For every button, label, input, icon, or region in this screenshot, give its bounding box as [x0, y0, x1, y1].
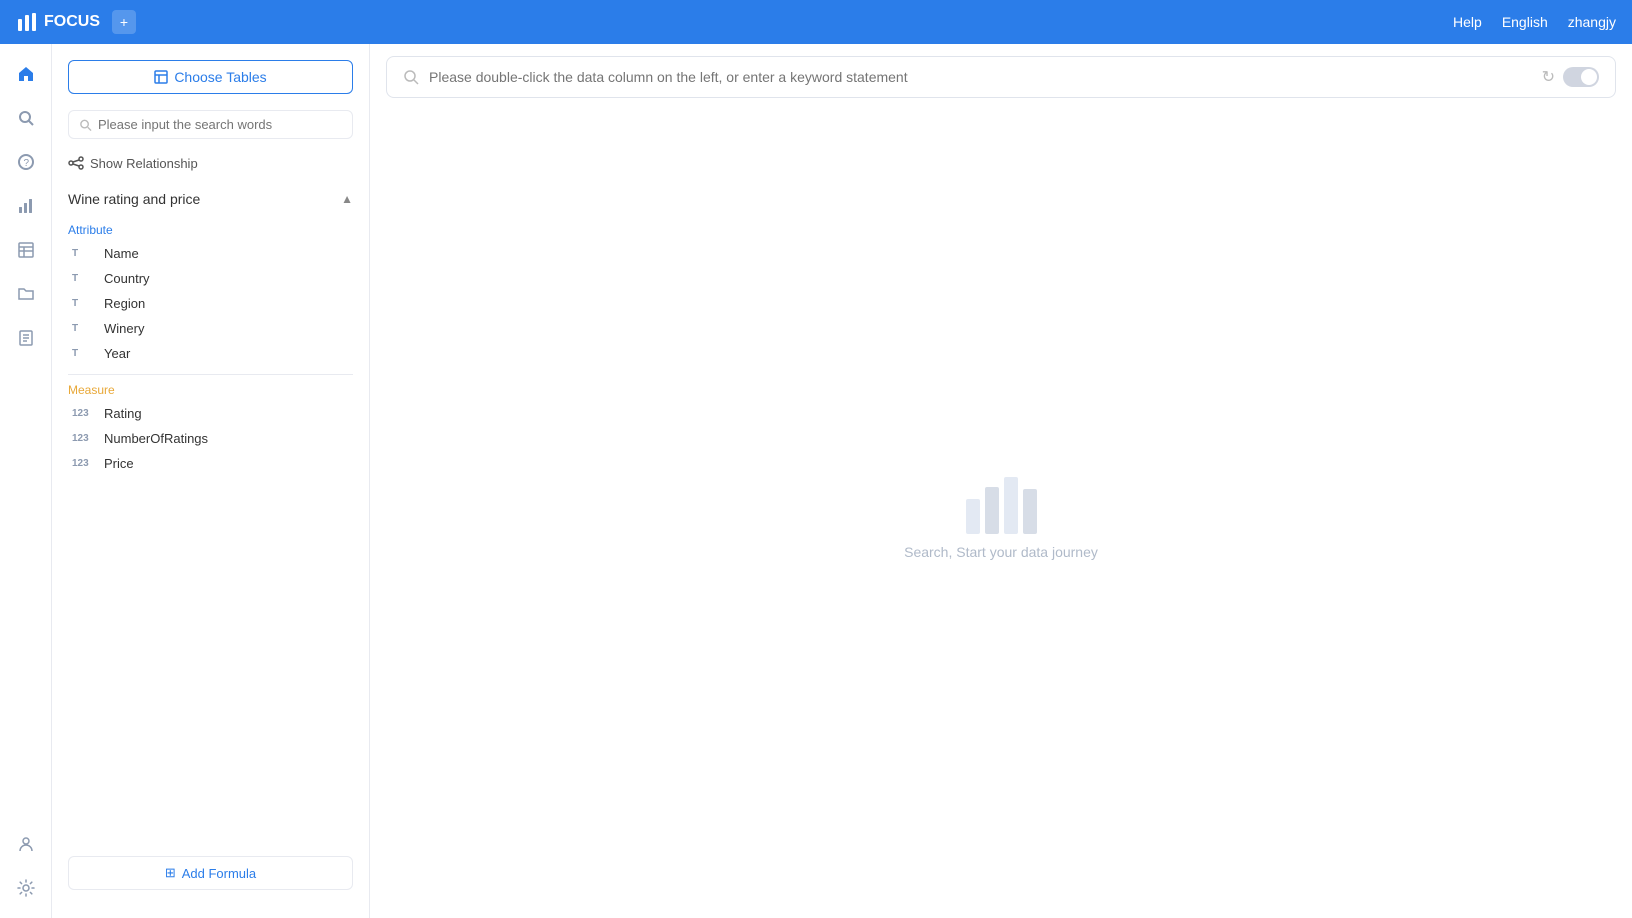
- field-search-icon: [79, 118, 92, 132]
- empty-state: Search, Start your data journey: [370, 110, 1632, 918]
- main-content: ↻ Search, Start your data journey: [370, 44, 1632, 918]
- field-name: NumberOfRatings: [104, 431, 208, 446]
- svg-text:?: ?: [23, 158, 29, 169]
- choose-tables-label: Choose Tables: [174, 69, 266, 85]
- empty-chart-icon: [961, 469, 1041, 544]
- user-menu[interactable]: zhangjy: [1568, 14, 1616, 30]
- field-type-icon: 123: [72, 408, 96, 419]
- add-formula-icon: ⊞: [165, 865, 176, 881]
- logo-text: FOCUS: [44, 13, 100, 31]
- field-type-icon: T: [72, 273, 96, 284]
- top-navigation: FOCUS + Help English zhangjy: [0, 0, 1632, 44]
- field-type-icon: 123: [72, 433, 96, 444]
- sidebar-item-help[interactable]: ?: [8, 144, 44, 180]
- field-name: Winery: [104, 321, 144, 336]
- table-section: Wine rating and price ▲ Attribute TNameT…: [52, 183, 369, 844]
- field-name: Year: [104, 346, 130, 361]
- icon-sidebar: ?: [0, 44, 52, 918]
- choose-tables-button[interactable]: Choose Tables: [68, 60, 353, 94]
- logo: FOCUS: [16, 11, 100, 33]
- main-search-bar: ↻: [386, 56, 1616, 98]
- field-item-year[interactable]: T Year: [68, 341, 353, 366]
- field-search-container: [68, 110, 353, 139]
- field-item-country[interactable]: T Country: [68, 266, 353, 291]
- field-item-rating[interactable]: 123 Rating: [68, 401, 353, 426]
- main-layout: ?: [0, 44, 1632, 918]
- toggle-switch[interactable]: [1563, 67, 1599, 87]
- field-item-winery[interactable]: T Winery: [68, 316, 353, 341]
- sidebar-item-reports[interactable]: [8, 320, 44, 356]
- field-type-icon: T: [72, 248, 96, 259]
- field-item-name[interactable]: T Name: [68, 241, 353, 266]
- search-bar-icon: [403, 69, 419, 85]
- field-name: Rating: [104, 406, 142, 421]
- language-selector[interactable]: English: [1502, 14, 1548, 30]
- attribute-fields-list: T Name T Country T Region T Winery T Year: [68, 241, 353, 366]
- field-type-icon: T: [72, 323, 96, 334]
- nav-left: FOCUS +: [16, 10, 136, 34]
- help-link[interactable]: Help: [1453, 14, 1482, 30]
- add-formula-label: Add Formula: [182, 866, 256, 881]
- field-type-icon: 123: [72, 458, 96, 469]
- field-name: Name: [104, 246, 139, 261]
- refresh-icon[interactable]: ↻: [1542, 67, 1555, 87]
- sidebar-item-analytics[interactable]: [8, 188, 44, 224]
- field-type-icon: T: [72, 298, 96, 309]
- add-formula-button[interactable]: ⊞ Add Formula: [68, 856, 353, 890]
- show-relationship-toggle[interactable]: Show Relationship: [68, 155, 353, 171]
- table-collapse-chevron: ▲: [341, 192, 353, 206]
- sidebar-item-user[interactable]: [8, 826, 44, 862]
- new-tab-button[interactable]: +: [112, 10, 136, 34]
- nav-right: Help English zhangjy: [1453, 14, 1616, 30]
- field-search-input[interactable]: [98, 117, 342, 132]
- section-divider: [68, 374, 353, 375]
- field-name: Country: [104, 271, 150, 286]
- field-name: Price: [104, 456, 134, 471]
- sidebar-item-home[interactable]: [8, 56, 44, 92]
- table-icon: [154, 70, 168, 84]
- measure-section-label: Measure: [68, 383, 353, 397]
- sidebar-item-folder[interactable]: [8, 276, 44, 312]
- sidebar-item-search[interactable]: [8, 100, 44, 136]
- logo-icon: [16, 11, 38, 33]
- table-header[interactable]: Wine rating and price ▲: [68, 183, 353, 215]
- main-search-input[interactable]: [429, 69, 1532, 85]
- left-panel: Choose Tables Show Relationship Wine rat…: [52, 44, 370, 918]
- empty-state-text: Search, Start your data journey: [904, 544, 1098, 560]
- table-name: Wine rating and price: [68, 191, 200, 207]
- field-item-region[interactable]: T Region: [68, 291, 353, 316]
- field-name: Region: [104, 296, 145, 311]
- measure-fields-list: 123 Rating 123 NumberOfRatings 123 Price: [68, 401, 353, 476]
- attribute-section-label: Attribute: [68, 223, 353, 237]
- field-item-price[interactable]: 123 Price: [68, 451, 353, 476]
- sidebar-item-table[interactable]: [8, 232, 44, 268]
- relationship-icon: [68, 155, 84, 171]
- show-relationship-label: Show Relationship: [90, 156, 198, 171]
- field-type-icon: T: [72, 348, 96, 359]
- search-bar-right: ↻: [1542, 67, 1599, 87]
- sidebar-item-settings[interactable]: [8, 870, 44, 906]
- field-item-numberofratings[interactable]: 123 NumberOfRatings: [68, 426, 353, 451]
